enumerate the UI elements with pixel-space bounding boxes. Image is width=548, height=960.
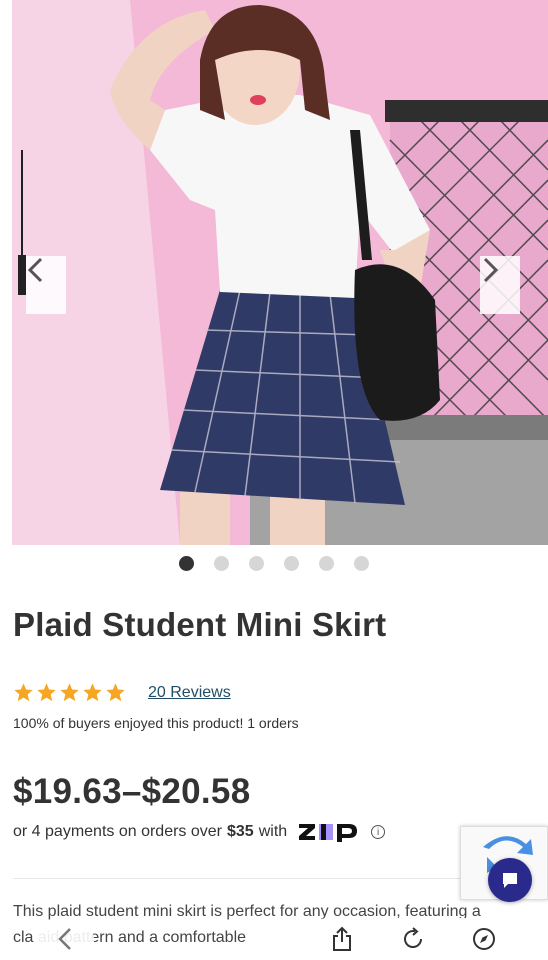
carousel-dot[interactable] [319,556,334,571]
carousel-dot[interactable] [354,556,369,571]
info-icon[interactable]: i [371,825,386,839]
star-icon [83,683,102,702]
chevron-right-icon [483,257,499,283]
carousel-dot[interactable] [284,556,299,571]
installment-row: or 4 payments on orders over $35 with i [13,821,386,843]
browser-back-button[interactable] [36,918,94,960]
chat-button[interactable] [488,858,532,902]
product-image [0,0,548,545]
browser-toolbar [0,918,548,960]
carousel-dot[interactable] [214,556,229,571]
browser-actions [306,918,520,960]
reload-button[interactable] [398,924,428,954]
carousel-dots [0,556,548,571]
product-photo [0,0,548,545]
buyers-satisfaction-text: 100% of buyers enjoyed this product! 1 o… [13,715,299,731]
chevron-left-icon [58,928,71,950]
star-icon [60,683,79,702]
star-icon [37,683,56,702]
installment-amount: $35 [227,823,254,840]
chevron-left-icon [27,257,43,283]
carousel-dot[interactable] [249,556,264,571]
star-icon [106,683,125,702]
star-icon [14,683,33,702]
carousel-next-button[interactable] [480,256,520,314]
carousel-dot[interactable] [179,556,194,571]
compass-button[interactable] [469,924,499,954]
price-range: $19.63–$20.58 [13,772,251,811]
rating-row: 20 Reviews [13,682,231,703]
divider [13,878,535,879]
reload-icon [404,927,422,948]
compass-icon [473,928,496,950]
share-icon [332,926,351,951]
reviews-link[interactable]: 20 Reviews [148,684,231,702]
star-rating [13,682,126,703]
installment-prefix: or 4 payments on orders over [13,823,222,840]
product-title: Plaid Student Mini Skirt [13,606,387,643]
installment-suffix: with [258,823,288,840]
chat-icon [503,873,517,888]
zip-logo [297,821,361,843]
carousel-prev-button[interactable] [26,256,66,314]
share-button[interactable] [327,924,357,954]
